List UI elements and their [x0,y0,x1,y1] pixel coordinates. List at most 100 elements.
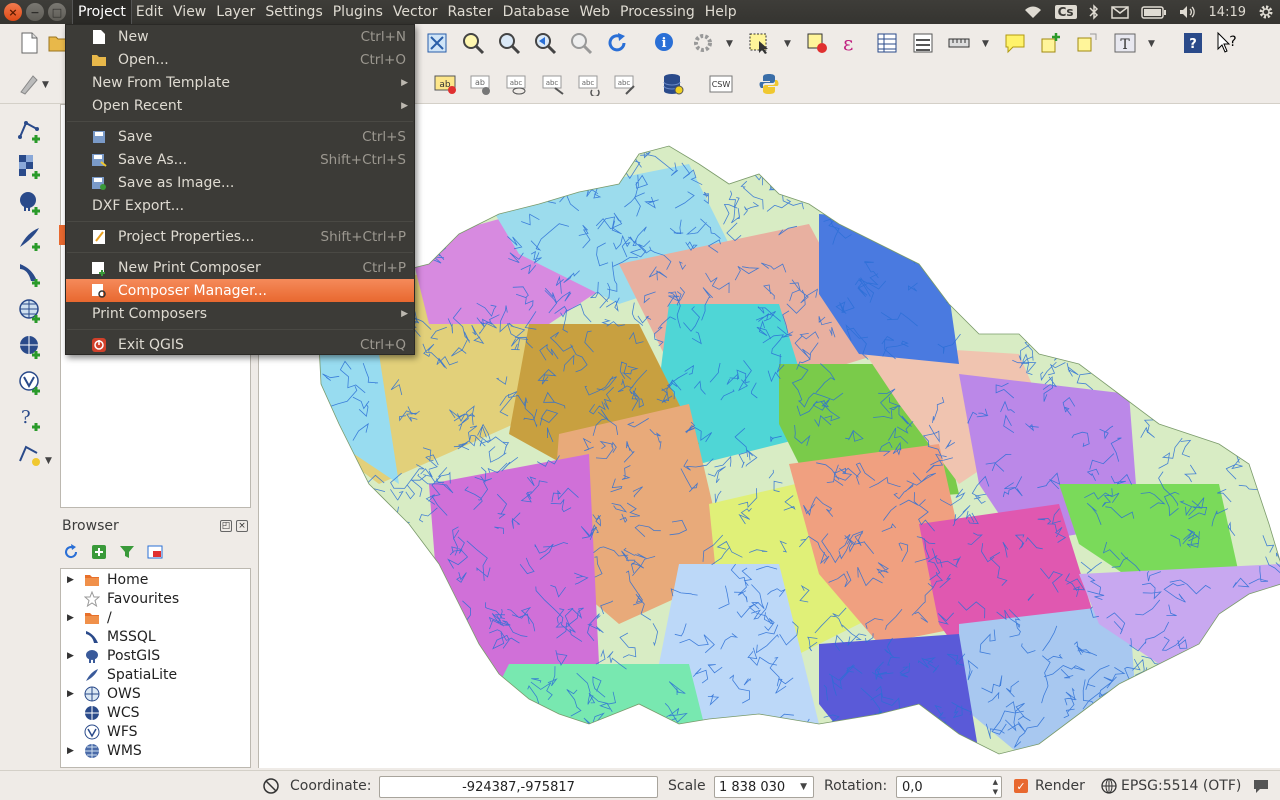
expression-select-icon[interactable]: ε [838,30,864,56]
menu-item-composer-manager[interactable]: Composer Manager... [66,279,414,302]
scale-combobox[interactable]: 1 838 030 ▼ [714,776,814,798]
menu-item-print-composers[interactable]: Print Composers ▶ [66,302,414,325]
zoom-to-layer-icon[interactable] [496,30,522,56]
window-minimize-button[interactable]: − [26,3,44,21]
volume-icon[interactable] [1173,0,1203,24]
expand-arrow-icon[interactable]: ▶ [67,575,79,585]
clock[interactable]: 14:19 [1203,0,1252,24]
rotation-spinbox[interactable]: 0,0 ▲ ▼ [896,776,1002,798]
expand-arrow-icon[interactable]: ▶ [67,689,79,699]
menu-web[interactable]: Web [574,0,615,24]
chevron-down-icon[interactable]: ▼ [1148,39,1155,49]
csw-icon[interactable]: CSW [708,71,734,97]
menu-item-new-from-template[interactable]: New From Template ▶ [66,71,414,94]
browser-item-spatialite[interactable]: SpatiaLite [61,665,177,684]
chevron-down-icon[interactable]: ▼ [982,39,989,49]
close-panel-icon[interactable]: × [236,520,248,532]
action-gear-icon[interactable] [690,30,716,56]
menu-item-save[interactable]: Save Ctrl+S [66,125,414,148]
keyboard-layout-indicator[interactable]: Cs [1049,0,1083,24]
chevron-down-icon[interactable]: ▼ [784,39,791,49]
menu-item-project-properties[interactable]: Project Properties... Shift+Ctrl+P [66,225,414,248]
new-bookmark-icon[interactable] [1038,30,1064,56]
chevron-down-icon[interactable]: ▼ [42,80,49,90]
menu-raster[interactable]: Raster [443,0,498,24]
add-spatialite-layer-icon[interactable] [16,224,44,252]
menu-item-dxf-export[interactable]: DXF Export... [66,194,414,217]
change-label-icon[interactable]: abc [612,71,638,97]
show-hide-labels-icon[interactable]: abc [504,71,530,97]
chevron-down-icon[interactable]: ▼ [800,782,807,792]
menu-item-new[interactable]: New Ctrl+N [66,25,414,48]
browser-item-wms[interactable]: ▶ WMS [61,741,142,760]
menu-layer[interactable]: Layer [211,0,260,24]
bluetooth-icon[interactable] [1083,0,1105,24]
messages-icon[interactable] [1252,771,1270,800]
new-project-icon[interactable] [16,30,42,56]
spin-arrows-icon[interactable]: ▲ ▼ [993,777,998,797]
menu-item-save-as[interactable]: Save As... Shift+Ctrl+S [66,148,414,171]
browser-tree[interactable]: ▶ Home Favourites ▶ / MSSQL ▶ PostGIS SpatiaLite… [60,568,251,768]
add-mssql-layer-icon[interactable] [16,260,44,288]
deselect-icon[interactable] [804,30,830,56]
mail-icon[interactable] [1105,0,1135,24]
zoom-next-icon[interactable] [568,30,594,56]
chevron-down-icon[interactable]: ▼ [726,39,733,49]
add-wcs-layer-icon[interactable] [16,332,44,360]
coordinate-field[interactable]: -924387,-975817 [379,776,658,798]
menu-processing[interactable]: Processing [615,0,700,24]
chevron-down-icon[interactable]: ▼ [45,456,52,466]
menu-view[interactable]: View [168,0,211,24]
refresh-icon[interactable] [62,543,80,561]
show-bookmarks-icon[interactable] [1074,30,1100,56]
add-wfs-layer-icon[interactable] [16,368,44,396]
wifi-icon[interactable] [1017,0,1049,24]
window-close-button[interactable]: × [4,3,22,21]
browser-item-favourites[interactable]: Favourites [61,589,179,608]
gear-icon[interactable] [1252,0,1280,24]
help-contents-icon[interactable]: ? [1180,30,1206,56]
menu-item-open-recent[interactable]: Open Recent ▶ [66,94,414,117]
menu-edit[interactable]: Edit [131,0,168,24]
browser-item-ows[interactable]: ▶ OWS [61,684,141,703]
menu-help[interactable]: Help [700,0,742,24]
add-postgis-layer-icon[interactable] [16,188,44,216]
menu-item-open[interactable]: Open... Ctrl+O [66,48,414,71]
add-wms-layer-icon[interactable] [16,296,44,324]
expand-arrow-icon[interactable]: ▶ [67,613,79,623]
add-vector-layer-icon[interactable] [16,116,44,144]
menu-vector[interactable]: Vector [388,0,443,24]
refresh-icon[interactable] [604,30,630,56]
whats-this-icon[interactable]: ? [1214,30,1240,56]
menu-item-exit-qgis[interactable]: Exit QGIS Ctrl+Q [66,333,414,356]
text-annotation-icon[interactable]: T [1112,30,1138,56]
menu-settings[interactable]: Settings [260,0,327,24]
zoom-to-selection-icon[interactable] [460,30,486,56]
collapse-all-icon[interactable] [146,543,164,561]
move-label-icon[interactable]: abc [540,71,566,97]
menu-project[interactable]: Project [72,0,132,25]
map-tips-icon[interactable] [1002,30,1028,56]
menu-item-save-as-image[interactable]: Save as Image... [66,171,414,194]
python-console-icon[interactable] [756,71,782,97]
browser-item-mssql[interactable]: MSSQL [61,627,156,646]
browser-item-postgis[interactable]: ▶ PostGIS [61,646,160,665]
add-delimited-text-layer-icon[interactable]: ? [16,404,44,432]
identify-icon[interactable]: i [652,30,678,56]
rotate-label-icon[interactable]: abc [576,71,602,97]
add-selected-layers-icon[interactable] [90,543,108,561]
menu-database[interactable]: Database [498,0,575,24]
attribute-table-icon[interactable] [874,30,900,56]
menu-item-new-print-composer[interactable]: New Print Composer Ctrl+P [66,256,414,279]
pin-labels-icon[interactable]: ab [468,71,494,97]
digitize-pencil-icon[interactable] [16,71,42,97]
crs-label[interactable]: EPSG:5514 (OTF) [1121,771,1241,800]
statistics-icon[interactable] [910,30,936,56]
new-shapefile-layer-icon[interactable] [16,440,44,468]
browser-item-wcs[interactable]: WCS [61,703,140,722]
battery-icon[interactable] [1135,0,1173,24]
zoom-full-icon[interactable] [424,30,450,56]
zoom-last-icon[interactable] [532,30,558,56]
browser-item-root[interactable]: ▶ / [61,608,112,627]
expand-arrow-icon[interactable]: ▶ [67,746,79,756]
